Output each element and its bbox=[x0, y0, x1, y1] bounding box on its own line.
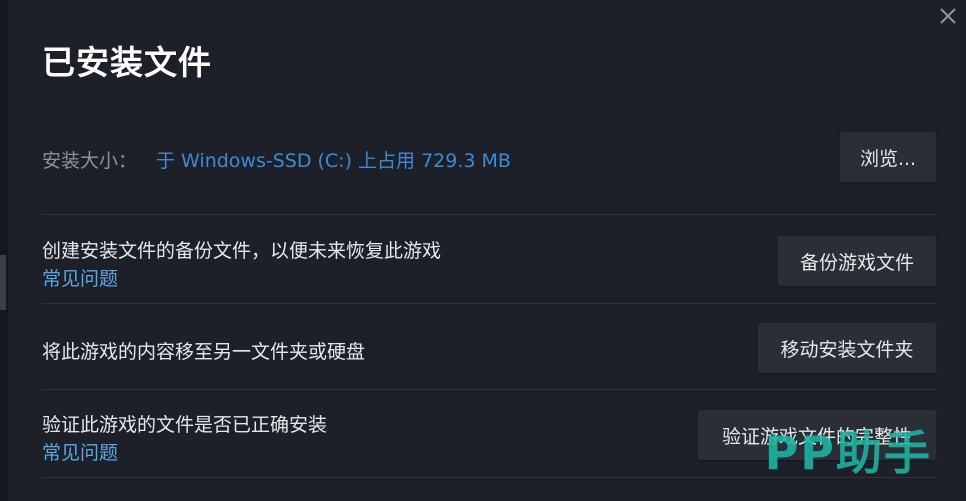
move-row: 将此游戏的内容移至另一文件夹或硬盘 移动安装文件夹 bbox=[42, 323, 936, 373]
close-icon bbox=[940, 8, 956, 24]
section-divider bbox=[42, 389, 936, 390]
verify-description: 验证此游戏的文件是否已正确安装 bbox=[42, 414, 328, 436]
installed-files-dialog: 已安装文件 安装大小： 于 Windows-SSD (C:) 上占用 729.3… bbox=[0, 0, 966, 501]
section-divider bbox=[42, 303, 936, 304]
backup-game-files-button[interactable]: 备份游戏文件 bbox=[778, 236, 936, 286]
watermark-logo: PP助手 bbox=[764, 426, 932, 480]
background-scrollbar[interactable] bbox=[0, 255, 6, 310]
close-button[interactable] bbox=[936, 4, 960, 28]
install-size-row: 安装大小： 于 Windows-SSD (C:) 上占用 729.3 MB 浏览… bbox=[42, 132, 936, 184]
move-install-folder-button[interactable]: 移动安装文件夹 bbox=[758, 323, 936, 373]
verify-faq-link[interactable]: 常见问题 bbox=[42, 438, 118, 465]
backup-row: 创建安装文件的备份文件，以便未来恢复此游戏 常见问题 备份游戏文件 bbox=[42, 236, 936, 291]
install-size-value[interactable]: 于 Windows-SSD (C:) 上占用 729.3 MB bbox=[156, 146, 511, 173]
section-divider bbox=[42, 214, 936, 215]
dialog-title: 已安装文件 bbox=[42, 43, 212, 82]
backup-description: 创建安装文件的备份文件，以便未来恢复此游戏 bbox=[42, 240, 442, 262]
browse-button[interactable]: 浏览... bbox=[840, 132, 936, 182]
install-size-label: 安装大小： bbox=[42, 150, 138, 172]
backup-faq-link[interactable]: 常见问题 bbox=[42, 264, 118, 291]
move-description: 将此游戏的内容移至另一文件夹或硬盘 bbox=[42, 341, 366, 363]
background-panel-edge bbox=[0, 0, 8, 501]
